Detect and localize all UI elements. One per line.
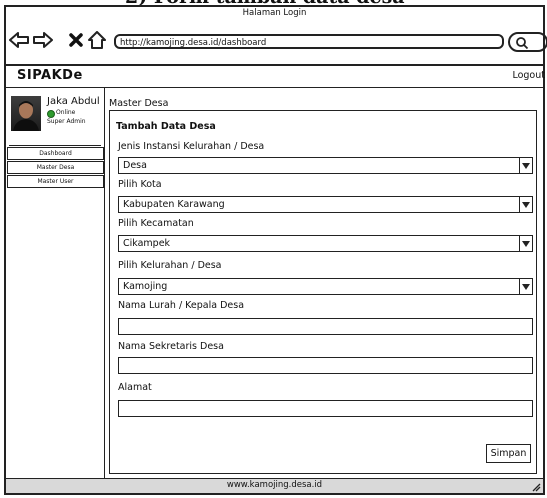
browser-navbar: http://kamojing.desa.id/dashboard xyxy=(6,20,547,66)
sidebar-menu: Dashboard Master Desa Master User xyxy=(6,147,104,189)
app-brand: SIPAKDe xyxy=(17,68,83,83)
back-arrow-icon[interactable] xyxy=(8,29,30,51)
save-button[interactable]: Simpan xyxy=(486,444,531,463)
alamat-input[interactable] xyxy=(118,400,533,417)
window-title: Halaman Login xyxy=(242,8,307,18)
form-panel: Tambah Data Desa Jenis Instansi Keluraha… xyxy=(109,110,537,474)
user-name: Jaka Abdul xyxy=(47,96,100,107)
kota-label: Pilih Kota xyxy=(118,179,162,190)
sidebar: Jaka Abdul Online Super Admin Dashboard … xyxy=(6,88,105,479)
forward-arrow-icon[interactable] xyxy=(32,29,54,51)
sekretaris-input[interactable] xyxy=(118,357,533,374)
chevron-down-icon xyxy=(519,197,532,212)
lurah-label: Nama Lurah / Kepala Desa xyxy=(118,300,245,311)
user-role: Super Admin xyxy=(47,118,86,125)
form-title: Tambah Data Desa xyxy=(116,121,216,132)
kelurahan-value: Kamojing xyxy=(123,281,168,292)
online-status-icon xyxy=(47,110,55,118)
jenis-instansi-label: Jenis Instansi Kelurahan / Desa xyxy=(118,141,265,152)
close-x-icon[interactable] xyxy=(65,29,87,51)
sekretaris-label: Nama Sekretaris Desa xyxy=(118,341,224,352)
address-bar[interactable]: http://kamojing.desa.id/dashboard xyxy=(114,34,504,49)
footer: www.kamojing.desa.id xyxy=(6,478,543,493)
user-status: Online xyxy=(56,108,76,116)
breadcrumb: Master Desa xyxy=(109,98,169,109)
resize-handle-icon[interactable] xyxy=(531,482,541,492)
lurah-input[interactable] xyxy=(118,318,533,335)
alamat-label: Alamat xyxy=(118,382,152,393)
kelurahan-select[interactable]: Kamojing xyxy=(118,278,533,295)
kecamatan-select[interactable]: Cikampek xyxy=(118,235,533,252)
search-button[interactable] xyxy=(508,32,547,52)
sidebar-item-dashboard[interactable]: Dashboard xyxy=(7,147,104,160)
chevron-down-icon xyxy=(519,236,532,251)
sidebar-item-master-desa[interactable]: Master Desa xyxy=(7,161,104,174)
kelurahan-label: Pilih Kelurahan / Desa xyxy=(118,260,222,271)
footer-text: www.kamojing.desa.id xyxy=(226,480,323,490)
browser-window: Halaman Login http://kamojing.desa.id/da… xyxy=(4,5,547,495)
home-icon[interactable] xyxy=(86,29,108,51)
logout-link[interactable]: Logout xyxy=(512,70,545,81)
kecamatan-label: Pilih Kecamatan xyxy=(118,218,194,229)
kecamatan-value: Cikampek xyxy=(123,238,171,249)
kota-select[interactable]: Kabupaten Karawang xyxy=(118,196,533,213)
avatar xyxy=(11,96,41,131)
jenis-instansi-value: Desa xyxy=(123,160,147,171)
sidebar-item-master-user[interactable]: Master User xyxy=(7,175,104,188)
search-icon xyxy=(516,37,529,50)
chevron-down-icon xyxy=(519,158,532,173)
jenis-instansi-select[interactable]: Desa xyxy=(118,157,533,174)
divider xyxy=(9,145,101,146)
app-header: SIPAKDe Logout xyxy=(6,64,545,88)
chevron-down-icon xyxy=(519,279,532,294)
kota-value: Kabupaten Karawang xyxy=(123,199,225,210)
